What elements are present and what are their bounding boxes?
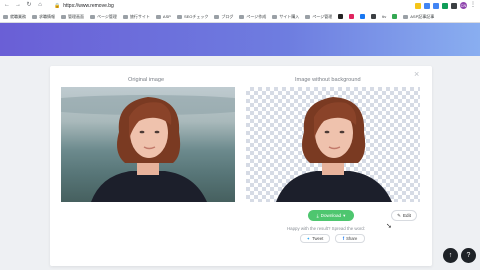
bookmark-label: 旅行サイト — [129, 13, 150, 19]
browser-window: ← → ↻ ⌂ 🔒 https://www.remove.bg CN ⋮ 就職業… — [0, 0, 480, 270]
extension-icon[interactable] — [442, 2, 448, 9]
favicon-icon — [392, 14, 398, 19]
bookmark-item[interactable]: ASP記事記事 — [403, 14, 434, 20]
folder-icon — [272, 14, 278, 19]
forward-button[interactable]: → — [15, 0, 21, 11]
folder-icon — [214, 14, 220, 19]
scroll-top-button[interactable]: ↑ — [443, 248, 458, 263]
extension-icon[interactable] — [424, 2, 430, 9]
bookmark-item[interactable]: サイト購入 — [272, 14, 299, 20]
bookmark-item[interactable]: tiv — [382, 14, 386, 19]
bookmark-item[interactable]: SEOチェック — [176, 13, 209, 20]
bookmark-item[interactable]: ページ管理 — [90, 14, 117, 20]
favicon-icon — [349, 14, 355, 19]
back-button[interactable]: ← — [4, 0, 10, 11]
extensions-area: CN ⋮ — [415, 0, 476, 11]
bookmark-label: ASP記事記事 — [410, 13, 435, 19]
bookmark-item[interactable] — [371, 14, 377, 19]
help-button[interactable]: ? — [461, 248, 476, 263]
close-icon[interactable]: × — [414, 69, 419, 79]
bookmark-item[interactable] — [349, 14, 355, 19]
bookmarks-bar: 就職業務 求職情報 管理画面 ページ管理 旅行サイト ASP SEOチェック ブログ ページ作成… — [0, 11, 480, 23]
original-image-title: Original image — [128, 77, 165, 83]
bookmark-item[interactable]: 求職情報 — [32, 14, 55, 20]
reload-button[interactable]: ↻ — [26, 0, 32, 11]
bookmark-item[interactable] — [360, 14, 366, 19]
twitter-icon: ✦ — [306, 236, 311, 241]
folder-icon — [61, 14, 66, 19]
extension-icon[interactable] — [433, 2, 439, 9]
bookmark-label: サイト購入 — [279, 13, 300, 19]
share-label: Share — [346, 236, 358, 241]
tweet-button[interactable]: ✦ Tweet — [300, 234, 330, 243]
bookmark-label: 求職情報 — [39, 13, 55, 19]
folder-icon — [32, 14, 37, 19]
browser-toolbar: ← → ↻ ⌂ 🔒 https://www.remove.bg CN ⋮ — [0, 0, 480, 11]
folder-icon — [403, 14, 409, 19]
bookmark-label: SEOチェック — [183, 13, 209, 19]
bookmark-item[interactable]: 管理画面 — [61, 14, 84, 20]
extension-icon[interactable] — [451, 2, 457, 9]
chevron-down-icon: ▾ — [343, 212, 346, 218]
folder-icon — [155, 14, 161, 19]
share-button[interactable]: f Share — [335, 234, 365, 243]
folder-icon — [90, 14, 95, 19]
menu-icon[interactable]: ⋮ — [470, 0, 476, 11]
bookmark-label: ページ管理 — [312, 13, 333, 19]
url-text: https://www.remove.bg — [63, 2, 114, 9]
bookmark-item[interactable]: 就職業務 — [3, 14, 26, 20]
bookmark-label: ページ作成 — [246, 13, 267, 19]
download-button[interactable]: ⤓ Download ▾ — [308, 210, 354, 221]
favicon-icon — [371, 14, 377, 19]
bookmark-label: ASP — [162, 14, 171, 19]
share-prompt: Happy with the result? Spread the word: — [287, 226, 366, 231]
folder-icon — [239, 14, 245, 19]
edit-label: Edit — [402, 213, 411, 218]
star-icon[interactable] — [415, 2, 421, 9]
tweet-label: Tweet — [312, 236, 324, 241]
home-button[interactable]: ⌂ — [37, 0, 43, 11]
bookmark-item[interactable]: ページ作成 — [239, 14, 266, 20]
lock-icon: 🔒 — [54, 2, 61, 9]
share-buttons: ✦ Tweet f Share — [300, 234, 365, 243]
bookmark-item[interactable] — [392, 14, 398, 19]
hero-banner — [0, 23, 480, 56]
original-image — [61, 87, 235, 202]
nobg-image — [246, 87, 420, 202]
bookmark-item[interactable]: ASP — [155, 14, 171, 19]
edit-button[interactable]: ✎ Edit — [391, 210, 417, 221]
address-bar[interactable]: 🔒 https://www.remove.bg — [54, 3, 114, 9]
mouse-cursor-icon: ➘ — [386, 223, 392, 230]
folder-icon — [305, 14, 311, 19]
folder-icon — [176, 14, 182, 19]
folder-icon — [3, 14, 8, 19]
bookmark-item[interactable]: ブログ — [214, 14, 233, 20]
pencil-icon: ✎ — [397, 212, 401, 218]
profile-avatar[interactable]: CN — [460, 2, 467, 9]
bookmark-label: ブログ — [221, 13, 234, 19]
bookmark-label: 管理画面 — [68, 13, 84, 19]
bookmark-item[interactable]: 旅行サイト — [122, 13, 150, 20]
download-icon: ⤓ — [316, 213, 319, 218]
favicon-icon — [360, 14, 366, 19]
download-label: Download — [320, 213, 342, 218]
favicon-icon — [338, 14, 344, 19]
bookmark-label: tiv — [382, 14, 387, 19]
facebook-icon: f — [342, 236, 345, 241]
bookmark-label: ページ管理 — [97, 13, 117, 19]
bookmark-label: 就職業務 — [10, 13, 26, 19]
folder-icon — [122, 14, 128, 19]
nobg-image-title: Image without background — [295, 77, 361, 83]
bookmark-item[interactable]: ページ管理 — [305, 14, 332, 20]
bookmark-item[interactable] — [338, 14, 344, 19]
